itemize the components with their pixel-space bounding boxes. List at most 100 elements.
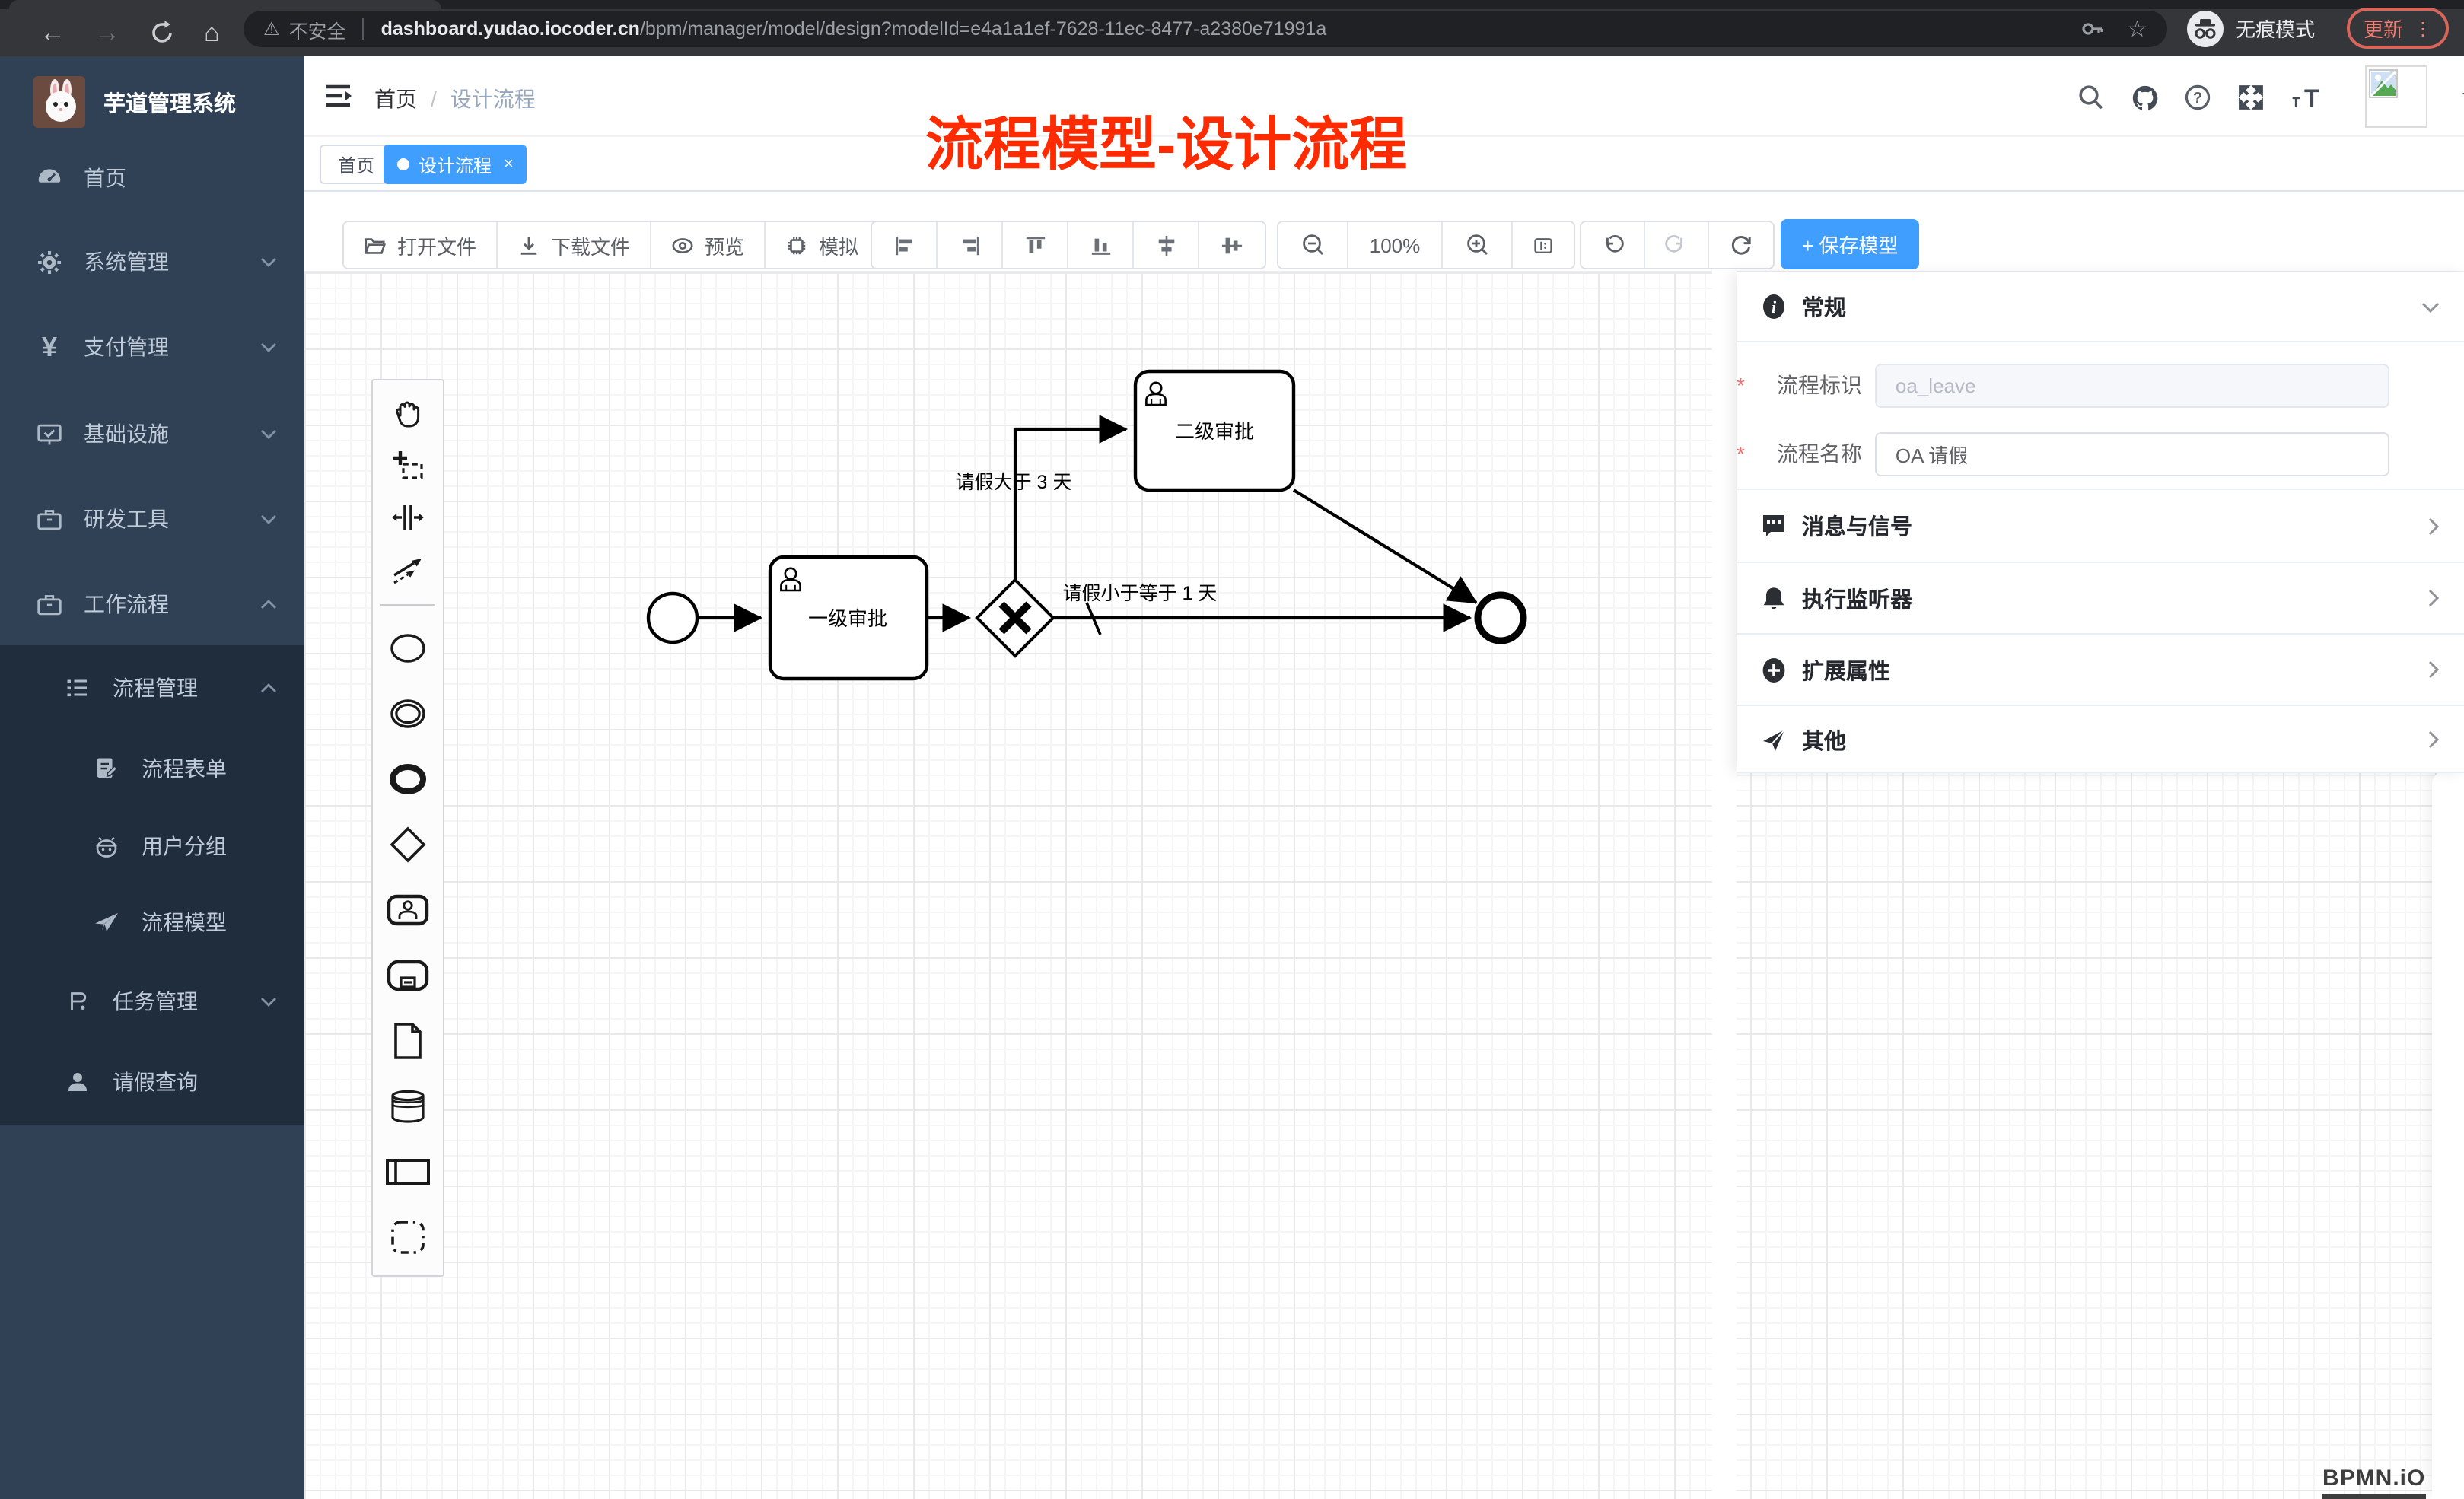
browser-forward-icon[interactable]: → [94,20,120,46]
sidebar-item-payment[interactable]: ¥ 支付管理 [0,317,304,377]
create-data-store[interactable] [373,1073,443,1138]
browser-active-tab[interactable] [9,0,441,9]
breadcrumb-separator: / [431,87,437,111]
save-model-button[interactable]: + 保存模型 [1781,219,1919,269]
browser-update-button[interactable]: 更新 ⋮ [2347,8,2449,49]
end-event[interactable] [1478,595,1523,641]
download-file-button[interactable]: 下载文件 [498,222,651,268]
sidebar-item-task-mgmt[interactable]: 任务管理 [0,971,304,1032]
sidebar-item-process-form[interactable]: 流程表单 [0,738,304,799]
create-subprocess[interactable] [373,942,443,1007]
create-gateway[interactable] [373,811,443,877]
section-extended-attrs[interactable]: 扩展属性 [1737,635,2464,705]
sidebar-item-workflow[interactable]: 工作流程 [0,574,304,635]
section-general[interactable]: i 常规 [1737,272,2464,341]
section-title: 常规 [1802,291,1846,323]
sidebar-item-process-mgmt[interactable]: 流程管理 [0,657,304,718]
create-participant[interactable] [373,1138,443,1204]
process-id-input[interactable] [1876,363,2390,407]
sidebar-item-leave-query[interactable]: 请假查询 [0,1052,304,1112]
browser-menu-icon[interactable]: ⋮ [2414,18,2432,39]
create-user-task[interactable] [373,877,443,942]
preview-button[interactable]: 预览 [651,222,766,268]
process-name-label: 流程名称 [1749,438,1862,469]
browser-reload-icon[interactable] [149,20,175,46]
sidebar-item-system[interactable]: 系统管理 [0,231,304,292]
list-tree-icon [64,673,93,702]
tab-design-process[interactable]: 设计流程 × [384,145,527,184]
hand-tool[interactable] [373,388,443,440]
browser-home-icon[interactable]: ⌂ [204,20,220,46]
app-logo-row[interactable]: 芋道管理系统 [0,68,304,135]
sidebar-item-process-model[interactable]: 流程模型 [0,892,304,953]
font-size-icon[interactable]: тT [2291,83,2327,110]
search-icon[interactable] [2077,83,2105,110]
simulate-button[interactable]: 模拟 [766,222,878,268]
user-task-1[interactable]: 一级审批 [770,557,927,679]
chevron-right-icon [2427,589,2440,607]
sidebar-item-user-group[interactable]: 用户分组 [0,816,304,877]
align-left-button[interactable] [872,222,938,268]
sidebar-item-infra[interactable]: 基础设施 [0,403,304,464]
align-top-button[interactable] [1003,222,1068,268]
restart-button[interactable] [1709,222,1773,268]
password-key-icon[interactable] [2080,17,2104,41]
section-execution-listener[interactable]: 执行监听器 [1737,563,2464,633]
create-group[interactable] [373,1204,443,1269]
undo-button[interactable] [1581,222,1645,268]
fullscreen-icon[interactable] [2237,83,2265,110]
document-edit-icon [93,754,122,783]
bpmn-io-logo[interactable]: BPMN.iO [2322,1466,2425,1499]
task2-label: 二级审批 [1175,420,1254,443]
exclusive-gateway[interactable] [977,580,1053,656]
sidebar-item-devtools[interactable]: 研发工具 [0,489,304,549]
breadcrumb-home[interactable]: 首页 [374,84,417,114]
user-task-2[interactable]: 二级审批 [1135,371,1294,490]
browser-back-icon[interactable]: ← [40,20,65,46]
zoom-level[interactable]: 100% [1348,222,1443,268]
avatar[interactable] [2365,65,2427,128]
space-tool[interactable] [373,492,443,543]
bookmark-star-icon[interactable]: ☆ [2127,15,2147,43]
chevron-right-icon [2427,730,2440,749]
chevron-down-icon [2421,301,2440,313]
help-icon[interactable]: ? [2184,83,2211,110]
url-domain: dashboard.yudao.iocoder.cn [381,18,640,40]
tab-home[interactable]: 首页 [320,145,393,184]
briefcase-icon [35,590,64,619]
align-center-vertical-button[interactable] [1199,222,1265,268]
zoom-in-button[interactable] [1443,222,1513,268]
open-file-button[interactable]: 打开文件 [344,222,498,268]
chevron-down-icon [260,996,277,1007]
collapse-menu-icon[interactable] [323,81,353,111]
create-data-object[interactable] [373,1007,443,1073]
section-other[interactable]: 其他 [1737,706,2464,773]
save-model-label: + 保存模型 [1802,230,1898,259]
zoom-out-button[interactable] [1278,222,1348,268]
sidebar-item-home[interactable]: 首页 [0,148,304,208]
align-right-button[interactable] [938,222,1003,268]
flow-task2-to-end[interactable] [1294,490,1476,603]
start-event[interactable] [648,594,697,642]
lasso-tool[interactable] [373,440,443,492]
align-bottom-button[interactable] [1068,222,1134,268]
create-start-event[interactable] [373,615,443,680]
section-title: 其他 [1802,724,1846,756]
process-name-input[interactable] [1876,431,2390,476]
tab-close-icon[interactable]: × [504,155,514,173]
required-marker: * [1737,373,1745,397]
section-message-signal[interactable]: 消息与信号 [1737,490,2464,562]
github-icon[interactable] [2131,83,2158,110]
url-bar[interactable]: ⚠ 不安全 dashboard.yudao.iocoder.cn/bpm/man… [244,11,2167,47]
process-id-label: 流程标识 [1749,370,1862,400]
create-intermediate-event[interactable] [373,680,443,746]
breadcrumb-current: 设计流程 [450,84,536,114]
create-end-event[interactable] [373,746,443,811]
align-center-horizontal-button[interactable] [1134,222,1199,268]
flow-gateway-to-task2[interactable] [1015,429,1126,580]
bpmn-palette [371,379,444,1277]
redo-button[interactable] [1645,222,1709,268]
fit-viewport-button[interactable] [1513,222,1574,268]
sidebar-item-label: 首页 [84,163,126,193]
global-connect-tool[interactable] [373,543,443,595]
